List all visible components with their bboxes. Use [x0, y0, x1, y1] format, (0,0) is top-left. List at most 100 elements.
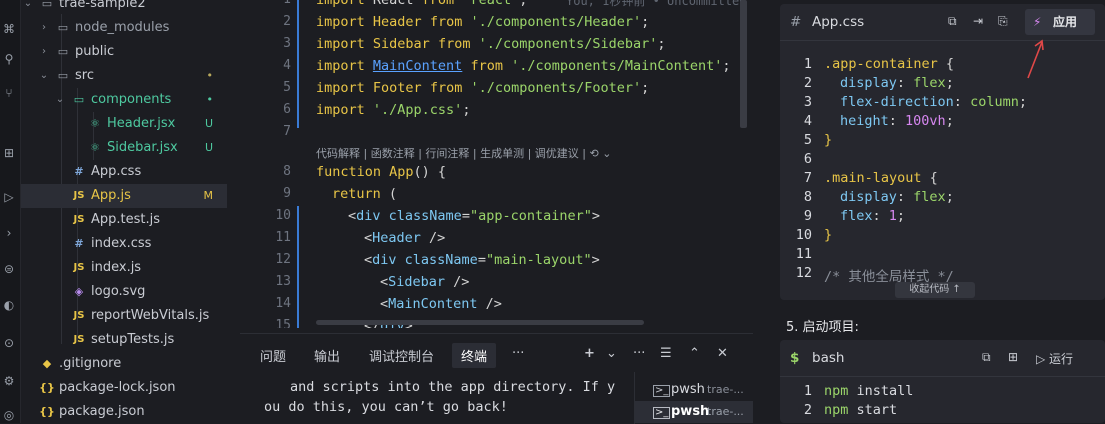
gear-icon[interactable]: ◎: [2, 408, 16, 422]
collapse-code-button[interactable]: 收起代码 ↑: [895, 282, 975, 298]
tree-item[interactable]: JS reportWebVitals.js: [21, 304, 227, 328]
chevron-right-icon: ›: [42, 22, 46, 33]
line-number: 7: [803, 170, 812, 186]
run-icon[interactable]: ▷: [2, 190, 16, 204]
terminal-item[interactable]: >_ pwsh trae-...: [635, 379, 753, 401]
terminal-icon: >_: [653, 407, 671, 419]
code-line: import Sidebar from './components/Sideba…: [316, 36, 666, 52]
file-explorer: ⌄ ▭ trae-sample2 › ▭ node_modules › ▭ public ⌄ ▭ sr…: [21, 0, 233, 423]
chat-pane: # App.css ⧉ ⇥ ⎘ ⚡ 应用 1 2 3 4 5 6 7 8 9 10 11 12 .app…: [760, 0, 1105, 423]
json-icon: {}: [39, 381, 55, 394]
terminal-dropdown-icon[interactable]: ⌄: [606, 346, 617, 361]
line-number: 6: [803, 151, 812, 167]
line-number: 8: [803, 189, 812, 205]
hash-icon: #: [790, 14, 802, 30]
line-number: 3: [803, 94, 812, 110]
tree-item[interactable]: JS App.test.js: [21, 208, 227, 232]
tree-item[interactable]: {} package-lock.json: [21, 376, 227, 400]
line-number: 2: [283, 14, 291, 29]
tree-item[interactable]: ⚛ Sidebar.jsx U: [21, 136, 227, 160]
horizontal-scrollbar[interactable]: [316, 320, 644, 325]
line-number: 4: [803, 113, 812, 129]
chevron-down-icon: ⌄: [23, 0, 33, 9]
tab-output[interactable]: 输出: [314, 346, 340, 365]
maximize-panel-icon[interactable]: ⌃: [689, 346, 700, 361]
line-number: 12: [275, 252, 291, 267]
more-tabs-button[interactable]: ···: [512, 346, 524, 361]
tree-item[interactable]: ◆ .gitignore: [21, 352, 227, 376]
tab-problems[interactable]: 问题: [260, 346, 286, 365]
tree-item-label: package-lock.json: [59, 380, 176, 395]
insert-terminal-icon[interactable]: ⊞: [1008, 350, 1018, 364]
tree-item[interactable]: # App.css: [21, 160, 227, 184]
run-debug-icon[interactable]: ⊙: [2, 336, 16, 350]
close-panel-icon[interactable]: ✕: [717, 346, 728, 361]
tree-item[interactable]: JS setupTests.js: [21, 328, 227, 352]
tree-item[interactable]: › ▭ public: [21, 40, 227, 64]
copy-icon[interactable]: ⧉: [982, 350, 991, 365]
code-editor[interactable]: 123456789101112131415 import React from …: [240, 0, 753, 328]
codelens-actions[interactable]: 代码解释 | 函数注释 | 行间注释 | 生成单测 | 调优建议 | ⟲ ⌄: [316, 145, 611, 161]
modified-gutter-bar: [297, 206, 299, 328]
js-icon: JS: [73, 262, 85, 273]
play-icon: ▷: [1036, 352, 1050, 366]
terminal-item[interactable]: >_ pwsh trae-...: [635, 401, 753, 423]
debug-icon[interactable]: ›: [2, 226, 16, 240]
tree-item[interactable]: ⌄ ▭ components •: [21, 88, 227, 112]
tree-item[interactable]: JS App.js M: [21, 184, 227, 208]
tree-item-label: App.css: [91, 164, 142, 179]
code-line: <div className="app-container">: [348, 208, 601, 224]
terminal-icon: >_: [653, 385, 671, 397]
tree-item[interactable]: ⌄ ▭ src •: [21, 64, 227, 88]
explorer-icon[interactable]: ⌘: [2, 22, 16, 36]
annotation-arrow: [1027, 39, 1044, 79]
layout-icon[interactable]: ☰: [660, 346, 672, 361]
search-icon[interactable]: ⚲: [2, 52, 16, 66]
step-label: 5. 启动项目:: [786, 320, 859, 335]
tab-debug-console[interactable]: 调试控制台: [369, 346, 434, 365]
tree-item-label: public: [75, 44, 115, 59]
more-actions-button[interactable]: ···: [633, 346, 645, 361]
tree-item[interactable]: ⌄ ▭ trae-sample2: [21, 0, 227, 16]
code-line: height: 100vh;: [840, 113, 954, 129]
settings-icon[interactable]: ⚙: [2, 374, 16, 388]
bottom-panel: 问题 输出 调试控制台 终端 ··· + ⌄ ··· ☰ ⌃ ✕ and scr…: [240, 333, 754, 424]
code-block-app-css: # App.css ⧉ ⇥ ⎘ ⚡ 应用 1 2 3 4 5 6 7 8 9 10 11 12 .app…: [780, 4, 1105, 300]
code-block-bash: $ bash ⧉ ⊞ ▷ 运行 1 2 npm install npm start: [780, 340, 1105, 423]
remote-icon[interactable]: ⊜: [2, 262, 16, 276]
tree-item-label: reportWebVitals.js: [91, 308, 210, 323]
account-icon[interactable]: ◐: [2, 298, 16, 312]
line-number: 15: [275, 318, 291, 328]
tree-item[interactable]: ⚛ Header.jsx U: [21, 112, 227, 136]
tree-item[interactable]: {} package.json: [21, 400, 227, 424]
line-number: 9: [283, 186, 291, 201]
tab-terminal[interactable]: 终端: [452, 343, 497, 368]
tree-item[interactable]: ◈ logo.svg: [21, 280, 227, 304]
code-line: npm start: [824, 402, 898, 418]
js-icon: JS: [73, 190, 85, 201]
tree-item[interactable]: # index.css: [21, 232, 227, 256]
copy-icon[interactable]: ⧉: [948, 14, 957, 29]
folder-icon: ▭: [57, 69, 69, 82]
line-number: 5: [803, 132, 812, 148]
apply-button[interactable]: ⚡ 应用: [1025, 9, 1095, 35]
run-button[interactable]: ▷ 运行: [1036, 350, 1073, 367]
js-icon: JS: [73, 214, 85, 225]
new-terminal-button[interactable]: +: [584, 346, 595, 361]
code-line: <Header />: [364, 230, 446, 246]
code-line: import Footer from './components/Footer'…: [316, 80, 650, 96]
insert-icon[interactable]: ⇥: [973, 14, 983, 28]
extensions-icon[interactable]: ⊞: [2, 146, 16, 160]
line-number: 11: [795, 246, 812, 262]
source-control-icon[interactable]: ⑂: [2, 86, 16, 100]
activity-bar: ⌘ ⚲ ⑂ ⊞ ▷ › ⊜ ◐ ⊙ ⚙ ◎: [0, 0, 21, 423]
new-file-icon[interactable]: ⎘: [998, 14, 1008, 29]
folder-icon: ▭: [73, 93, 85, 106]
tree-item[interactable]: › ▭ node_modules: [21, 16, 227, 40]
js-icon: JS: [73, 334, 85, 345]
tree-item-label: package.json: [59, 404, 145, 419]
line-number: 1: [803, 56, 812, 72]
tree-item[interactable]: JS index.js: [21, 256, 227, 280]
vertical-scrollbar[interactable]: [740, 0, 747, 128]
chevron-down-icon: ⌄: [55, 94, 65, 105]
